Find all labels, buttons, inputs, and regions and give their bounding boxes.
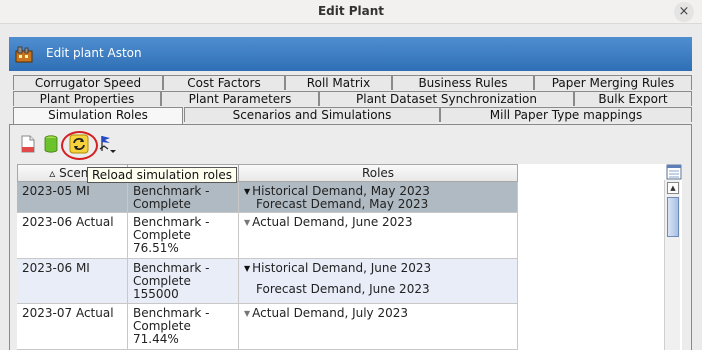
table-row[interactable]: 2023-05 MI Benchmark - Complete ▼ Histori… (17, 182, 518, 213)
roles-cell: ▼ Historical Demand, May 2023 Forecast De… (239, 182, 518, 213)
column-selector-icon[interactable] (666, 164, 682, 180)
status-line: 71.44% (133, 332, 179, 346)
role-line: Forecast Demand, May 2023 (256, 197, 429, 211)
collapse-triangle-icon[interactable]: ▼ (244, 309, 250, 318)
roles-cell: ▼ Historical Demand, June 2023 Forecast D… (239, 259, 518, 304)
status-cell: Benchmark - Complete 155000 (128, 259, 239, 304)
expand-triangle-icon[interactable]: ▼ (244, 187, 250, 196)
window-title: Edit Plant (317, 4, 385, 18)
status-line: Complete (133, 197, 191, 211)
role-line: Historical Demand, May 2023 (252, 184, 430, 198)
role-line: Forecast Demand, June 2023 (256, 282, 430, 296)
table-row[interactable]: 2023-06 MI Benchmark - Complete 155000 ▼… (17, 259, 518, 304)
tab-plant-parameters[interactable]: Plant Parameters (161, 91, 319, 106)
status-cell: Benchmark - Complete 71.44% (128, 304, 239, 350)
collapse-triangle-icon[interactable]: ▼ (244, 218, 250, 227)
tab-paper-merging-rules[interactable]: Paper Merging Rules (534, 75, 692, 90)
plant-building-icon (15, 46, 33, 63)
tab-roll-matrix[interactable]: Roll Matrix (285, 75, 392, 90)
tab-mill-paper-type-mappings[interactable]: Mill Paper Type mappings (440, 107, 692, 122)
tab-scenarios-and-simulations[interactable]: Scenarios and Simulations (184, 107, 440, 122)
scenario-cell: 2023-05 MI (17, 182, 128, 213)
table-row[interactable]: 2023-07 Actual Benchmark - Complete 71.4… (17, 304, 518, 350)
tab-corrugator-speed[interactable]: Corrugator Speed (13, 75, 163, 90)
status-cell: Benchmark - Complete 76.51% (128, 213, 239, 259)
tab-plant-properties[interactable]: Plant Properties (13, 91, 161, 106)
scenario-cell: 2023-06 Actual (17, 213, 128, 259)
column-header-roles-label: Roles (361, 166, 395, 180)
expand-triangle-icon[interactable]: ▼ (244, 264, 250, 273)
scroll-up-icon[interactable]: ▲ (667, 182, 679, 194)
tab-strip: Corrugator Speed Cost Factors Roll Matri… (9, 75, 692, 125)
window-titlebar: Edit Plant × (0, 0, 702, 24)
reload-highlight-circle (61, 131, 98, 160)
tab-business-rules[interactable]: Business Rules (392, 75, 534, 90)
scenario-cell: 2023-06 MI (17, 259, 128, 304)
plant-header-bar: Edit plant Aston (9, 37, 692, 71)
plant-header-title: Edit plant Aston (46, 46, 142, 60)
status-line: 76.51% (133, 241, 179, 255)
sort-ascending-icon: ▵ (49, 166, 56, 180)
scenario-cell: 2023-07 Actual (17, 304, 128, 350)
roles-cell: ▼ Actual Demand, July 2023 (239, 304, 518, 350)
close-button[interactable]: × (674, 2, 694, 22)
flag-dropdown-icon[interactable] (96, 134, 118, 154)
column-header-roles[interactable]: Roles (239, 164, 518, 182)
database-icon[interactable] (41, 134, 61, 154)
status-line: 155000 (133, 287, 179, 301)
vertical-scrollbar[interactable]: ▲ (664, 180, 680, 350)
tab-simulation-roles[interactable]: Simulation Roles (13, 107, 183, 124)
role-line: Actual Demand, July 2023 (252, 306, 409, 320)
roles-cell: ▼ Actual Demand, June 2023 (239, 213, 518, 259)
table-row[interactable]: 2023-06 Actual Benchmark - Complete 76.5… (17, 213, 518, 259)
tab-cost-factors[interactable]: Cost Factors (163, 75, 285, 90)
tab-bulk-export[interactable]: Bulk Export (574, 91, 692, 106)
new-document-icon[interactable] (18, 134, 38, 154)
role-line: Actual Demand, June 2023 (252, 215, 413, 229)
reload-tooltip: Reload simulation roles (87, 167, 237, 183)
status-cell: Benchmark - Complete (128, 182, 239, 213)
scrollbar-thumb[interactable] (667, 197, 679, 237)
role-line: Historical Demand, June 2023 (252, 261, 432, 275)
tab-plant-dataset-synchronization[interactable]: Plant Dataset Synchronization (319, 91, 574, 106)
